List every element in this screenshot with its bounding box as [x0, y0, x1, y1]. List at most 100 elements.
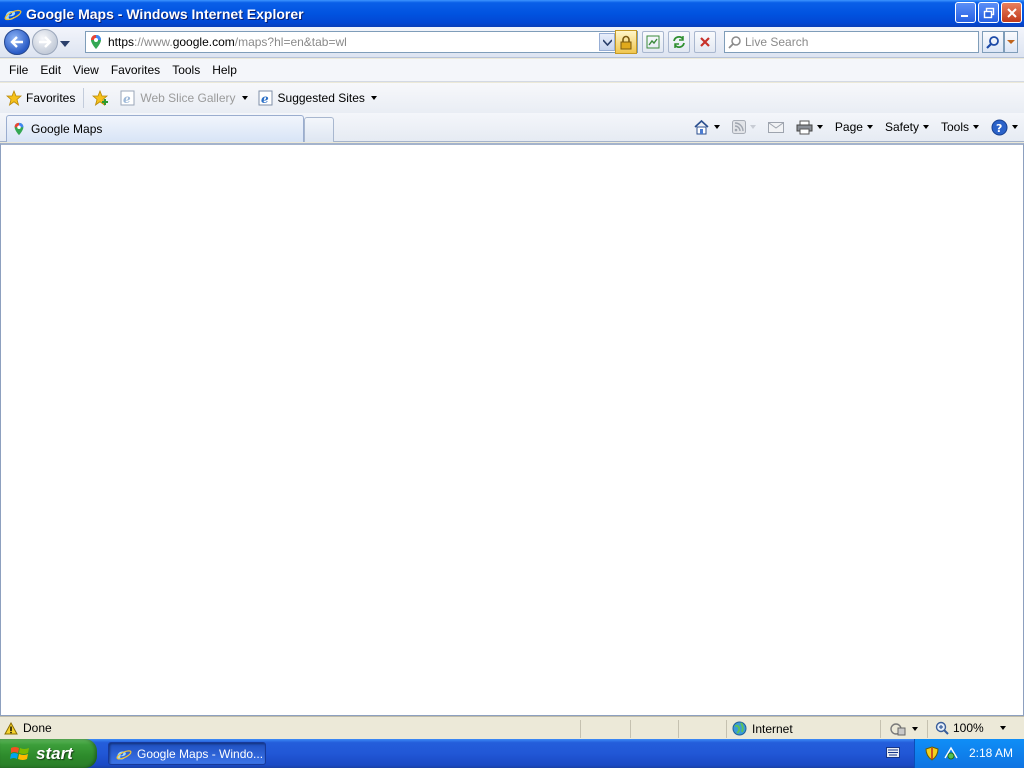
menu-favorites[interactable]: Favorites: [105, 63, 166, 77]
tools-menu[interactable]: Tools: [941, 120, 979, 134]
printer-icon: [796, 120, 813, 134]
web-slice-gallery-label: Web Slice Gallery: [140, 91, 236, 105]
safety-menu[interactable]: Safety: [885, 120, 929, 134]
security-report-button[interactable]: [615, 30, 637, 54]
security-zone[interactable]: Internet: [732, 721, 793, 736]
address-toolbar: https://www.google.com/maps?hl=en&tab=wl…: [0, 27, 1024, 58]
security-shield-icon[interactable]: [925, 746, 939, 761]
search-button[interactable]: [982, 31, 1004, 53]
suggested-sites-link[interactable]: e Suggested Sites: [258, 90, 377, 106]
minimize-icon: [961, 15, 968, 17]
chevron-down-icon: [241, 96, 248, 100]
refresh-button[interactable]: [668, 31, 690, 53]
zoom-level-label: 100%: [953, 721, 984, 735]
help-button[interactable]: ?: [991, 119, 1018, 136]
star-icon: [6, 90, 22, 106]
ie-page-icon: e: [258, 90, 273, 106]
safety-menu-label: Safety: [884, 120, 919, 134]
security-zone-label: Internet: [752, 721, 793, 736]
search-input[interactable]: Live Search: [724, 31, 979, 53]
menu-tools[interactable]: Tools: [166, 63, 206, 77]
tab-google-maps[interactable]: Google Maps: [6, 115, 304, 142]
restore-button[interactable]: [978, 2, 999, 23]
back-arrow-icon: [10, 36, 23, 48]
system-tray: 2:18 AM: [914, 739, 1024, 768]
search-icon: [986, 36, 999, 49]
clock[interactable]: 2:18 AM: [969, 746, 1013, 760]
menu-help[interactable]: Help: [206, 63, 243, 77]
compatibility-view-icon: [646, 35, 660, 49]
favorites-button[interactable]: Favorites: [6, 90, 75, 106]
ie-page-icon: e: [120, 90, 135, 106]
suggested-sites-label: Suggested Sites: [277, 91, 365, 105]
address-history-dropdown[interactable]: [599, 33, 615, 51]
home-button[interactable]: [693, 119, 720, 135]
zoom-icon: [935, 721, 949, 735]
window-title-bar[interactable]: e Google Maps - Windows Internet Explore…: [0, 0, 1024, 27]
zoom-level-button[interactable]: 100%: [935, 721, 1006, 735]
protected-mode-icon: [890, 723, 906, 736]
forward-button[interactable]: [32, 29, 58, 55]
recent-pages-dropdown[interactable]: [60, 37, 70, 51]
stop-button[interactable]: [694, 31, 716, 53]
chevron-down-icon: [370, 96, 377, 100]
chevron-down-icon: [1012, 125, 1018, 129]
help-icon: ?: [991, 119, 1008, 135]
chevron-down-icon: [1007, 40, 1015, 44]
input-language-indicator[interactable]: [886, 747, 900, 761]
favorites-label: Favorites: [26, 91, 76, 105]
menu-view[interactable]: View: [67, 63, 105, 77]
status-divider: [678, 720, 679, 738]
menu-bar: File Edit View Favorites Tools Help: [0, 59, 1024, 82]
menu-edit[interactable]: Edit: [34, 63, 67, 77]
status-divider: [580, 720, 581, 738]
tab-label: Google Maps: [31, 122, 103, 136]
close-button[interactable]: [1001, 2, 1022, 23]
chevron-down-icon: [713, 125, 720, 129]
page-content-area[interactable]: [0, 143, 1024, 716]
favorites-bar: Favorites e Web Slice Gallery e Suggeste…: [0, 83, 1024, 113]
menu-file[interactable]: File: [3, 63, 34, 77]
google-maps-pin-icon: [91, 35, 101, 49]
restore-icon: [983, 7, 994, 18]
google-maps-pin-icon: [14, 122, 24, 136]
protected-mode-button[interactable]: [890, 721, 918, 736]
status-divider: [880, 720, 881, 738]
taskbar: start e Google Maps - Windo... 2:18 AM: [0, 739, 1024, 768]
address-url: https://www.google.com/maps?hl=en&tab=wl: [108, 35, 347, 49]
internet-explorer-icon: e: [116, 746, 132, 762]
compatibility-view-button[interactable]: [642, 31, 664, 53]
status-bar: Done Internet 100%: [0, 716, 1024, 739]
feeds-button[interactable]: [731, 120, 756, 134]
chevron-down-icon: [912, 726, 918, 731]
forward-arrow-icon: [39, 36, 52, 48]
svg-text:?: ?: [996, 122, 1002, 135]
print-button[interactable]: [796, 120, 823, 135]
start-button[interactable]: start: [0, 739, 97, 768]
status-divider: [726, 720, 727, 738]
start-label: start: [36, 743, 73, 763]
back-button[interactable]: [4, 29, 30, 55]
read-mail-button[interactable]: [767, 121, 784, 134]
taskbar-item-label: Google Maps - Windo...: [137, 746, 264, 761]
address-bar[interactable]: https://www.google.com/maps?hl=en&tab=wl: [85, 30, 638, 54]
search-placeholder: Live Search: [745, 35, 809, 49]
keyboard-icon: [886, 747, 900, 758]
home-icon: [694, 119, 709, 135]
lock-icon: [620, 35, 632, 49]
status-divider: [927, 720, 928, 738]
add-to-favorites-bar-button[interactable]: [92, 90, 110, 106]
rss-feed-icon: [731, 120, 746, 134]
chevron-down-icon: [602, 38, 612, 46]
taskbar-item-internet-explorer[interactable]: e Google Maps - Windo...: [108, 742, 266, 765]
network-icon[interactable]: [943, 746, 959, 761]
search-options-dropdown[interactable]: [1004, 31, 1018, 53]
command-bar: Page Safety Tools ?: [681, 116, 1018, 138]
globe-icon: [732, 721, 747, 736]
new-tab-button[interactable]: [304, 117, 334, 142]
web-slice-gallery-link[interactable]: e Web Slice Gallery: [120, 90, 248, 106]
chevron-down-icon: [749, 125, 756, 129]
minimize-button[interactable]: [955, 2, 976, 23]
favorites-separator: [83, 88, 85, 108]
page-menu[interactable]: Page: [835, 120, 873, 134]
